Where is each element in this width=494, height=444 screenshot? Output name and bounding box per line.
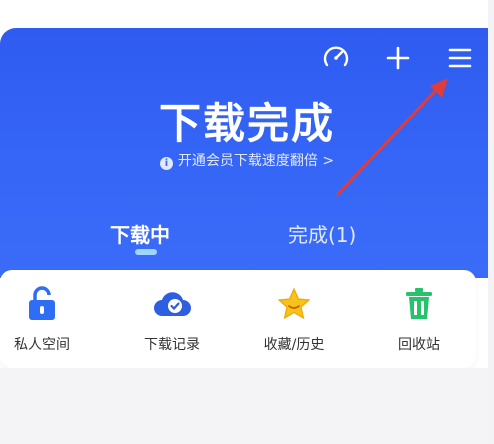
tool-download-history[interactable]: 下载记录 bbox=[122, 284, 222, 354]
menu-icon[interactable] bbox=[444, 42, 476, 74]
tab-indicator bbox=[135, 249, 157, 255]
speed-icon[interactable] bbox=[320, 42, 352, 74]
tab-downloading[interactable]: 下载中 bbox=[110, 219, 170, 248]
tool-private-space[interactable]: 私人空间 bbox=[0, 284, 92, 354]
tab-completed[interactable]: 完成(1) bbox=[288, 219, 356, 248]
tools-card: 私人空间 下载记录 收藏/历史 回收站 bbox=[0, 270, 476, 368]
promo-text: 开通会员下载速度翻倍 > bbox=[177, 153, 335, 169]
cloud-check-icon bbox=[152, 284, 192, 324]
content-area bbox=[0, 368, 488, 444]
lock-icon bbox=[22, 284, 62, 324]
info-icon: i bbox=[159, 157, 173, 170]
header-actions bbox=[320, 40, 476, 76]
star-icon bbox=[274, 284, 314, 324]
status-area bbox=[0, 0, 494, 28]
annotation-arrow bbox=[336, 78, 448, 196]
tool-label: 收藏/历史 bbox=[263, 337, 325, 353]
plus-icon[interactable] bbox=[382, 42, 414, 74]
tool-favorites-history[interactable]: 收藏/历史 bbox=[244, 284, 344, 354]
tool-recycle-bin[interactable]: 回收站 bbox=[369, 284, 469, 354]
trash-icon bbox=[399, 284, 439, 324]
tool-label: 回收站 bbox=[398, 337, 440, 353]
edge bbox=[488, 0, 494, 444]
tool-label: 下载记录 bbox=[144, 337, 200, 353]
tool-label: 私人空间 bbox=[14, 337, 70, 353]
